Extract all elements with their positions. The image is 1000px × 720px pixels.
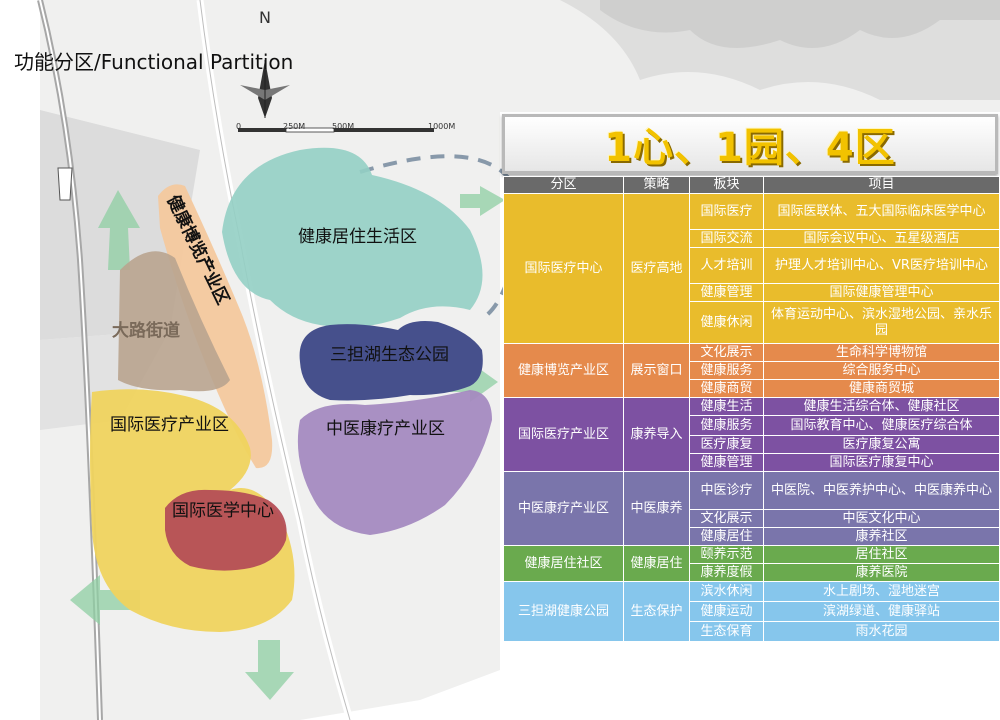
table-row: 健康居住社区 健康居住 颐养示范 居住社区 [503, 545, 1000, 582]
cell-project: 中医文化中心 [763, 509, 1000, 528]
cell-zone: 三担湖健康公园 [503, 581, 624, 642]
table-row: 国际医疗中心 医疗高地 国际医疗 国际医联体、五大国际临床医学中心 [503, 193, 1000, 344]
cell-strategy: 生态保护 [623, 581, 690, 642]
zone-label-tcm: 中医康疗产业区 [326, 419, 445, 439]
tunnel-marker [57, 167, 73, 201]
cell-project: 国际健康管理中心 [763, 283, 1000, 302]
cell-strategy: 医疗高地 [623, 193, 690, 344]
cell-project: 国际会议中心、五星级酒店 [763, 229, 1000, 248]
cell-block: 健康服务 [689, 415, 764, 436]
cell-project: 雨水花园 [763, 621, 1000, 642]
cell-project: 居住社区 [763, 545, 1000, 564]
header-strategy: 策略 [623, 176, 690, 194]
cell-strategy: 展示窗口 [623, 343, 690, 398]
zone-label-street: 大路街道 [112, 321, 180, 341]
table-row: 中医康疗产业区 中医康养 中医诊疗 中医院、中医养护中心、中医康养中心 [503, 471, 1000, 546]
headline-text: 1心、1园、4区 [604, 125, 896, 171]
cell-project: 护理人才培训中心、VR医疗培训中心 [763, 247, 1000, 284]
table-row: 国际医疗产业区 康养导入 健康生活 健康生活综合体、健康社区 [503, 397, 1000, 472]
scale-label-1000: 1000M [428, 122, 456, 131]
cell-block: 文化展示 [689, 343, 764, 362]
cell-block: 健康生活 [689, 397, 764, 416]
cell-project: 水上剧场、湿地迷宫 [763, 581, 1000, 602]
cell-block: 生态保育 [689, 621, 764, 642]
cell-zone: 中医康疗产业区 [503, 471, 624, 546]
table-row: 健康博览产业区 展示窗口 文化展示 生命科学博物馆 [503, 343, 1000, 398]
cell-project: 国际医联体、五大国际临床医学中心 [763, 193, 1000, 230]
cell-block: 人才培训 [689, 247, 764, 284]
cell-block: 健康管理 [689, 283, 764, 302]
cell-zone: 国际医疗中心 [503, 193, 624, 344]
cell-strategy: 中医康养 [623, 471, 690, 546]
scale-label-500: 500M [332, 122, 355, 131]
cell-strategy: 康养导入 [623, 397, 690, 472]
headline-banner: 1心、1园、4区 [502, 114, 998, 174]
cell-zone: 健康居住社区 [503, 545, 624, 582]
cell-block: 健康服务 [689, 361, 764, 380]
cell-project: 国际教育中心、健康医疗综合体 [763, 415, 1000, 436]
cell-block: 健康居住 [689, 527, 764, 546]
table-row: 三担湖健康公园 生态保护 滨水休闲 水上剧场、湿地迷宫 [503, 581, 1000, 642]
cell-project: 健康商贸城 [763, 379, 1000, 398]
cell-zone: 健康博览产业区 [503, 343, 624, 398]
cell-block: 健康商贸 [689, 379, 764, 398]
cell-zone: 国际医疗产业区 [503, 397, 624, 472]
cell-project: 康养医院 [763, 563, 1000, 582]
header-block: 板块 [689, 176, 764, 194]
north-label: N [259, 8, 271, 27]
cell-block: 国际医疗 [689, 193, 764, 230]
cell-project: 生命科学博物馆 [763, 343, 1000, 362]
cell-project: 中医院、中医养护中心、中医康养中心 [763, 471, 1000, 510]
table-header-row: 分区 策略 板块 项目 [503, 176, 1000, 194]
cell-project: 综合服务中心 [763, 361, 1000, 380]
table-body: 国际医疗中心 医疗高地 国际医疗 国际医联体、五大国际临床医学中心 国际交流 国际会议中心… [503, 193, 1000, 642]
cell-block: 颐养示范 [689, 545, 764, 564]
cell-block: 健康休闲 [689, 301, 764, 344]
zone-label-medical-industry: 国际医疗产业区 [110, 415, 229, 435]
zone-label-med-center: 国际医学中心 [172, 501, 274, 521]
cell-project: 健康生活综合体、健康社区 [763, 397, 1000, 416]
partition-table: 分区 策略 板块 项目 国际医疗中心 医疗高地 国际医疗 国际医联体、五大国际临床医学… [503, 176, 1000, 642]
cell-block: 文化展示 [689, 509, 764, 528]
cell-block: 康养度假 [689, 563, 764, 582]
cell-block: 国际交流 [689, 229, 764, 248]
cell-project: 体育运动中心、滨水湿地公园、亲水乐园 [763, 301, 1000, 344]
cell-block: 医疗康复 [689, 435, 764, 454]
page-title: 功能分区/Functional Partition [14, 50, 294, 74]
cell-project: 滨湖绿道、健康驿站 [763, 601, 1000, 622]
header-zone: 分区 [503, 176, 624, 194]
header-project: 项目 [763, 176, 1000, 194]
cell-block: 健康管理 [689, 453, 764, 472]
cell-block: 滨水休闲 [689, 581, 764, 602]
zone-label-living: 健康居住生活区 [298, 227, 417, 247]
cell-block: 中医诊疗 [689, 471, 764, 510]
cell-project: 康养社区 [763, 527, 1000, 546]
scale-label-0: 0 [236, 122, 242, 131]
zone-label-lake: 三担湖生态公园 [330, 345, 449, 365]
scale-label-250: 250M [283, 122, 306, 131]
cell-project: 医疗康复公寓 [763, 435, 1000, 454]
cell-strategy: 健康居住 [623, 545, 690, 582]
cell-block: 健康运动 [689, 601, 764, 622]
cell-project: 国际医疗康复中心 [763, 453, 1000, 472]
